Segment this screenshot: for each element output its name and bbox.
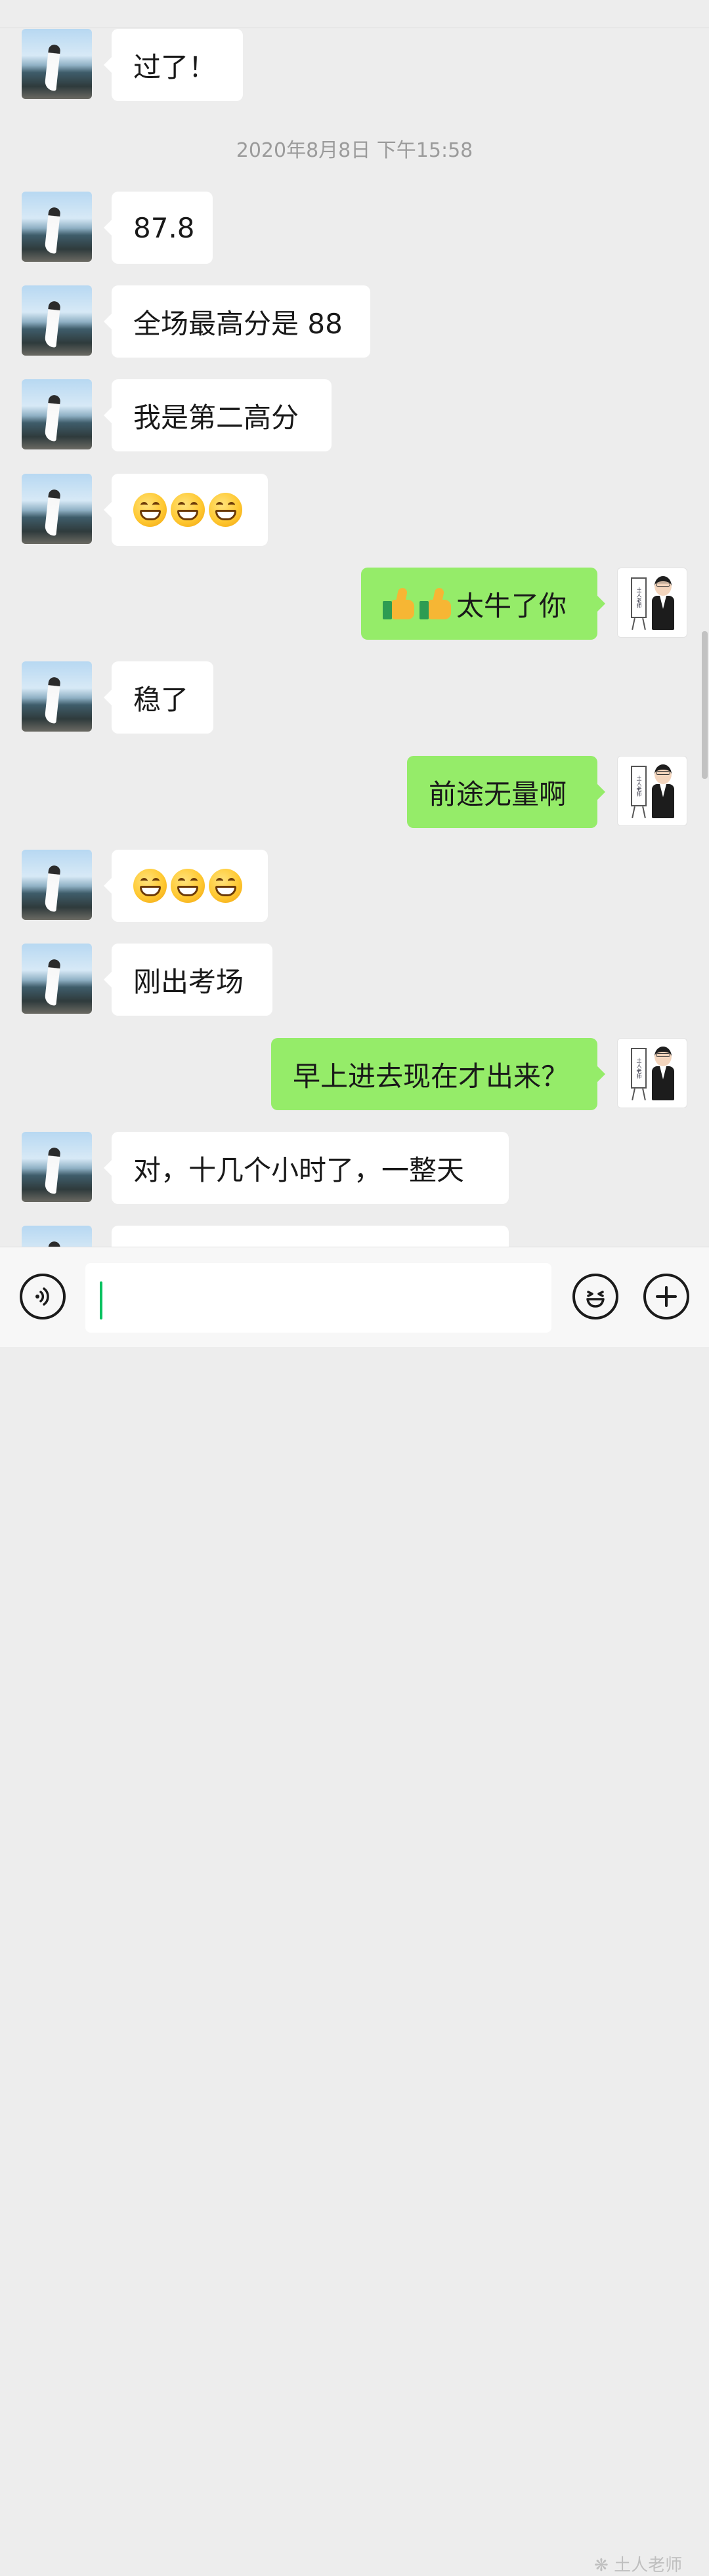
input-bar: ❋ 土人老师 — [0, 1247, 709, 2575]
message-text: 刚出考场 — [133, 965, 244, 998]
scrollbar[interactable] — [702, 631, 708, 779]
grinning-face-icon — [208, 493, 242, 527]
message-text: 前途无量啊 — [429, 778, 567, 810]
contact-avatar[interactable] — [22, 29, 92, 99]
message-text: 早上进去现在才出来？ — [293, 1060, 569, 1092]
message-bubble[interactable] — [104, 474, 268, 546]
message-bubble[interactable] — [112, 1226, 509, 1247]
contact-avatar[interactable] — [22, 850, 92, 920]
grinning-face-icon — [133, 869, 167, 903]
message-bubble[interactable]: 我是第二高分 — [104, 379, 332, 451]
message-bubble[interactable]: 早上进去现在才出来？ — [271, 1038, 605, 1110]
grinning-face-icon — [171, 869, 205, 903]
text-caret — [100, 1281, 102, 1319]
watermark: ❋ 土人老师 — [594, 2556, 683, 2575]
grinning-face-icon — [208, 869, 242, 903]
message-bubble[interactable]: 刚出考场 — [104, 944, 272, 1016]
message-text: 过了！ — [133, 51, 217, 83]
message-text: 对，十几个小时了，一整天 — [133, 1153, 465, 1186]
message-input[interactable] — [85, 1263, 551, 1333]
contact-avatar[interactable] — [22, 474, 92, 544]
message-text: 87.8 — [133, 211, 195, 244]
my-avatar[interactable]: 土人老师 — [617, 756, 687, 826]
message-bubble[interactable] — [104, 850, 268, 922]
watermark-logo-icon: ❋ — [594, 2556, 609, 2575]
contact-avatar[interactable] — [22, 1132, 92, 1202]
avatar-board: 土人老师 — [631, 1048, 647, 1089]
message-text: 全场最高分是 88 — [133, 307, 343, 340]
contact-avatar[interactable] — [22, 285, 92, 356]
contact-avatar[interactable] — [22, 661, 92, 732]
message-text: 太牛了你 — [456, 589, 567, 622]
grinning-face-icon — [133, 493, 167, 527]
plus-icon — [656, 1286, 677, 1307]
message-text: 稳了 — [133, 683, 189, 716]
message-bubble[interactable]: 稳了 — [104, 661, 213, 734]
thumbs-up-icon — [383, 587, 416, 621]
message-text: 我是第二高分 — [133, 401, 299, 434]
my-avatar[interactable]: 土人老师 — [617, 568, 687, 638]
avatar-board: 土人老师 — [631, 577, 647, 618]
emoji-button[interactable] — [572, 1274, 618, 1319]
timestamp: 2020年8月8日 下午15:58 — [236, 139, 473, 162]
chat-message-list[interactable]: 过了！ 2020年8月8日 下午15:58 87.8 全场最高分是 88 我是第… — [0, 0, 709, 1247]
contact-avatar[interactable] — [22, 379, 92, 449]
message-bubble[interactable]: 前途无量啊 — [407, 756, 605, 828]
message-bubble[interactable]: 过了！ — [104, 29, 243, 101]
more-button[interactable] — [643, 1274, 689, 1319]
voice-button[interactable] — [20, 1274, 66, 1319]
message-bubble[interactable]: 太牛了你 — [361, 568, 605, 640]
contact-avatar[interactable] — [22, 1226, 92, 1247]
contact-avatar[interactable] — [22, 192, 92, 262]
message-bubble[interactable]: 对，十几个小时了，一整天 — [104, 1132, 509, 1204]
thumbs-up-icon — [419, 587, 452, 621]
avatar-board: 土人老师 — [631, 766, 647, 806]
contact-avatar[interactable] — [22, 944, 92, 1014]
message-bubble[interactable]: 87.8 — [104, 192, 213, 264]
message-bubble[interactable]: 全场最高分是 88 — [104, 285, 370, 358]
grinning-face-icon — [171, 493, 205, 527]
emoji-icon — [586, 1291, 605, 1308]
voice-icon — [35, 1287, 49, 1306]
my-avatar[interactable]: 土人老师 — [617, 1038, 687, 1108]
